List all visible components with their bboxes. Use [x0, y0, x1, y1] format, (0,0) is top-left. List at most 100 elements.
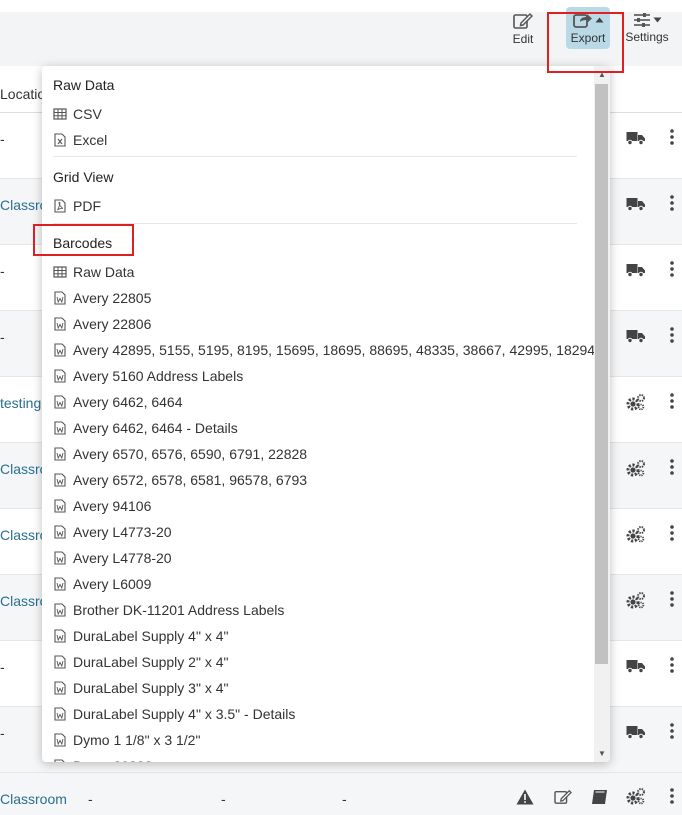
- gears-icon[interactable]: [626, 592, 646, 610]
- cell-value: -: [221, 791, 226, 807]
- row-menu[interactable]: [670, 657, 674, 678]
- word-file-icon: [54, 499, 66, 513]
- cell-value: -: [0, 329, 5, 345]
- pdf-file-icon: [54, 199, 66, 213]
- location-link[interactable]: testing: [0, 395, 41, 411]
- scrollbar-thumb[interactable]: [595, 84, 608, 664]
- menu-item-barcode[interactable]: DuraLabel Supply 4" x 3.5" - Details: [53, 702, 295, 726]
- row-action[interactable]: [626, 328, 646, 349]
- cell-value: -: [0, 263, 5, 279]
- word-file-icon: [54, 759, 65, 762]
- location-link[interactable]: Classroom: [0, 791, 67, 807]
- menu-item-barcode[interactable]: Avery 22805: [53, 286, 151, 310]
- menu-item-barcode[interactable]: Avery 6570, 6576, 6590, 6791, 22828: [53, 442, 307, 466]
- settings-button[interactable]: Settings: [624, 12, 670, 44]
- gears-icon[interactable]: [626, 788, 646, 806]
- gears-icon[interactable]: [626, 394, 646, 412]
- menu-item-barcode[interactable]: DuraLabel Supply 3" x 4": [53, 676, 228, 700]
- row-menu[interactable]: [670, 129, 674, 150]
- menu-item-barcode[interactable]: Raw Data: [53, 260, 134, 284]
- kebab-menu-icon[interactable]: [670, 327, 674, 343]
- kebab-menu-icon[interactable]: [670, 459, 674, 475]
- row-action[interactable]: [626, 592, 646, 615]
- edit-button[interactable]: Edit: [508, 12, 538, 46]
- truck-icon[interactable]: [626, 328, 646, 344]
- row-menu[interactable]: [670, 525, 674, 546]
- export-dropdown-menu: Raw Data CSV Excel Grid View PDF Barcode…: [42, 66, 610, 762]
- row-action[interactable]: [626, 394, 646, 417]
- truck-icon[interactable]: [626, 724, 646, 740]
- menu-item-csv[interactable]: CSV: [53, 102, 102, 126]
- scroll-down-arrow[interactable]: ▼: [598, 749, 606, 758]
- menu-item-label: Raw Data: [73, 264, 135, 280]
- menu-item-barcode[interactable]: Avery 6462, 6464: [53, 390, 183, 414]
- menu-item-barcode[interactable]: Brother DK-11201 Address Labels: [53, 598, 284, 622]
- raw-data-heading: Raw Data: [53, 77, 115, 93]
- menu-item-barcode[interactable]: Avery 22806: [53, 312, 151, 336]
- kebab-menu-icon[interactable]: [670, 657, 674, 673]
- row-menu[interactable]: [670, 459, 674, 480]
- menu-item-barcode[interactable]: Avery L6009: [53, 572, 151, 596]
- word-file-icon: [54, 447, 66, 461]
- kebab-menu-icon[interactable]: [670, 129, 674, 145]
- kebab-menu-icon[interactable]: [670, 195, 674, 211]
- truck-icon[interactable]: [626, 658, 646, 674]
- gears-icon[interactable]: [626, 460, 646, 478]
- menu-item-barcode[interactable]: Dymo 1 1/8" x 3 1/2": [53, 728, 200, 752]
- row-action[interactable]: [626, 460, 646, 483]
- book-icon[interactable]: [591, 789, 608, 805]
- kebab-menu-icon[interactable]: [670, 393, 674, 409]
- menu-item-barcode[interactable]: Avery L4773-20: [53, 520, 172, 544]
- kebab-menu-icon[interactable]: [670, 591, 674, 607]
- menu-item-label: Excel: [73, 132, 108, 148]
- edit-icon[interactable]: [554, 789, 572, 805]
- menu-item-barcode[interactable]: Avery 42895, 5155, 5195, 8195, 15695, 18…: [53, 338, 595, 362]
- menu-item-barcode[interactable]: Avery L4778-20: [53, 546, 172, 570]
- table-icon: [53, 108, 67, 120]
- menu-item-label: Avery 6462, 6464 - Details: [73, 420, 238, 436]
- kebab-menu-icon[interactable]: [670, 723, 674, 739]
- row-menu[interactable]: [670, 195, 674, 216]
- word-file-icon: [54, 525, 66, 539]
- menu-item-barcode[interactable]: Avery 6572, 6578, 6581, 96578, 6793: [53, 468, 307, 492]
- menu-item-barcode[interactable]: Dymo 30333: [53, 754, 152, 762]
- menu-item-excel[interactable]: Excel: [53, 128, 107, 152]
- menu-item-barcode[interactable]: Avery 6462, 6464 - Details: [53, 416, 238, 440]
- truck-icon[interactable]: [626, 262, 646, 278]
- row-menu[interactable]: [670, 723, 674, 744]
- truck-icon[interactable]: [626, 130, 646, 146]
- row-menu[interactable]: [670, 393, 674, 414]
- row-action[interactable]: [626, 658, 646, 679]
- gears-icon[interactable]: [626, 526, 646, 544]
- word-file-icon: [54, 395, 66, 409]
- menu-item-barcode[interactable]: DuraLabel Supply 2" x 4": [53, 650, 228, 674]
- edit-label: Edit: [512, 32, 534, 46]
- row-action[interactable]: [626, 262, 646, 283]
- menu-item-label: Avery L4778-20: [73, 550, 172, 566]
- location-link[interactable]: Classro: [0, 593, 47, 609]
- word-file-icon: [54, 603, 66, 617]
- menu-item-barcode[interactable]: Avery 5160 Address Labels: [53, 364, 243, 388]
- menu-item-barcode[interactable]: Avery 94106: [53, 494, 151, 518]
- row-menu[interactable]: [670, 591, 674, 612]
- cell-value: -: [88, 791, 93, 807]
- cell-value: -: [0, 659, 5, 675]
- row-action[interactable]: [626, 130, 646, 151]
- kebab-menu-icon[interactable]: [670, 525, 674, 541]
- location-column-header[interactable]: Locatio: [0, 86, 45, 102]
- menu-item-barcode[interactable]: DuraLabel Supply 4" x 4": [53, 624, 228, 648]
- kebab-menu-icon[interactable]: [670, 261, 674, 277]
- row-menu[interactable]: [670, 327, 674, 348]
- kebab-menu-icon[interactable]: [670, 788, 674, 804]
- location-link[interactable]: Classro: [0, 527, 47, 543]
- row-menu[interactable]: [670, 261, 674, 282]
- menu-item-pdf[interactable]: PDF: [53, 194, 101, 218]
- row-action[interactable]: [626, 196, 646, 217]
- word-file-icon: [54, 681, 66, 695]
- row-action[interactable]: [626, 724, 646, 745]
- row-action[interactable]: [626, 526, 646, 549]
- truck-icon[interactable]: [626, 196, 646, 212]
- location-link[interactable]: Classro: [0, 461, 47, 477]
- warning-icon[interactable]: [516, 789, 534, 805]
- location-link[interactable]: Classro: [0, 197, 47, 213]
